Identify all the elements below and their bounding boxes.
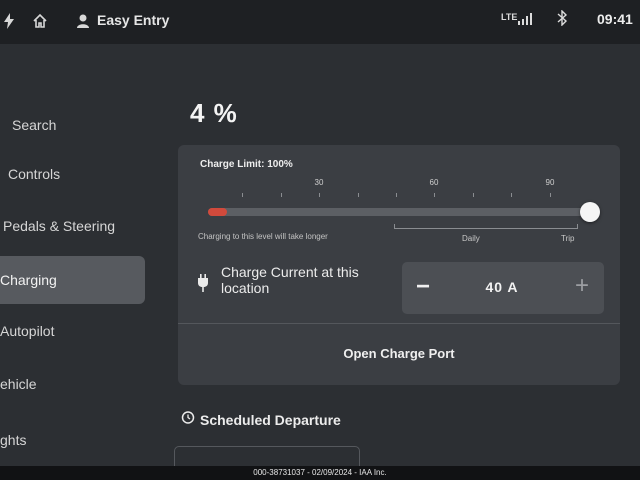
scale-tick (473, 193, 474, 197)
charge-limit-slider[interactable] (208, 202, 600, 222)
plug-icon (197, 274, 209, 292)
range-bracket (394, 224, 578, 229)
scale-tick (396, 193, 397, 197)
sidebar-item-label: Autopilot (0, 323, 55, 339)
scale-tick (242, 193, 243, 197)
person-icon[interactable] (76, 13, 90, 29)
home-icon[interactable] (32, 13, 48, 29)
sidebar-item-charging[interactable]: Charging (0, 256, 145, 304)
sidebar-item-autopilot[interactable]: Autopilot (0, 316, 54, 346)
scale-tick (434, 193, 435, 197)
scale-tick-label: 60 (429, 178, 439, 187)
open-charge-port-button[interactable]: Open Charge Port (178, 346, 620, 361)
scale-tick-label: 90 (545, 178, 555, 187)
scheduled-departure-title[interactable]: Scheduled Departure (200, 412, 341, 428)
range-label-trip[interactable]: Trip (561, 234, 574, 243)
sidebar-item-label: Controls (8, 166, 61, 182)
charge-limit-label: Charge Limit: 100% (200, 159, 293, 170)
scale-tick (319, 193, 320, 197)
sidebar: Search Controls Pedals & Steering Chargi… (0, 44, 160, 480)
sidebar-item-label: ghts (0, 432, 27, 448)
scale-tick-label: 30 (314, 178, 324, 187)
sidebar-item-vehicle[interactable]: ehicle (0, 369, 37, 399)
status-bar: Easy Entry LTE 09:41 (0, 0, 640, 44)
sidebar-item-label: ehicle (0, 376, 37, 392)
signal-icon (518, 12, 534, 25)
profile-name[interactable]: Easy Entry (97, 12, 169, 28)
increase-current-button[interactable]: + (570, 274, 594, 300)
watermark: 000-38731037 - 02/09/2024 - IAA Inc. (0, 466, 640, 480)
clock-icon (181, 410, 195, 424)
charge-current-stepper: − 40 A + (402, 262, 604, 314)
scale-tick (550, 193, 551, 197)
current-charge-fill (208, 208, 228, 216)
charge-current-label: Charge Current at this location (221, 264, 359, 296)
sidebar-item-lights[interactable]: ghts (0, 425, 26, 455)
charging-panel: 4 % Charge Limit: 100% 30 60 90 Charging… (170, 44, 640, 480)
sidebar-item-label: Pedals & Steering (3, 218, 116, 234)
bolt-icon[interactable] (4, 13, 14, 33)
scale-tick (511, 193, 512, 197)
range-label-daily[interactable]: Daily (462, 234, 480, 243)
charge-current-value: 40 A (485, 279, 519, 295)
divider (178, 323, 620, 324)
scale-tick (281, 193, 282, 197)
decrease-current-button[interactable]: − (412, 275, 434, 301)
clock: 09:41 (597, 11, 633, 27)
network-type: LTE (501, 12, 518, 22)
charge-settings-card: Charge Limit: 100% 30 60 90 Charging to … (178, 145, 620, 385)
charge-limit-hint: Charging to this level will take longer (198, 232, 328, 241)
sidebar-item-label: Search (12, 117, 57, 133)
sidebar-item-pedals-steering[interactable]: Pedals & Steering (3, 211, 115, 241)
sidebar-item-controls[interactable]: Controls (8, 159, 60, 189)
battery-level: 4 % (190, 98, 238, 128)
bluetooth-icon[interactable] (556, 9, 568, 27)
sidebar-item-search[interactable]: Search (12, 110, 56, 140)
sidebar-item-label: Charging (0, 272, 57, 288)
charge-limit-handle[interactable] (580, 202, 600, 222)
scale-tick (358, 193, 359, 197)
